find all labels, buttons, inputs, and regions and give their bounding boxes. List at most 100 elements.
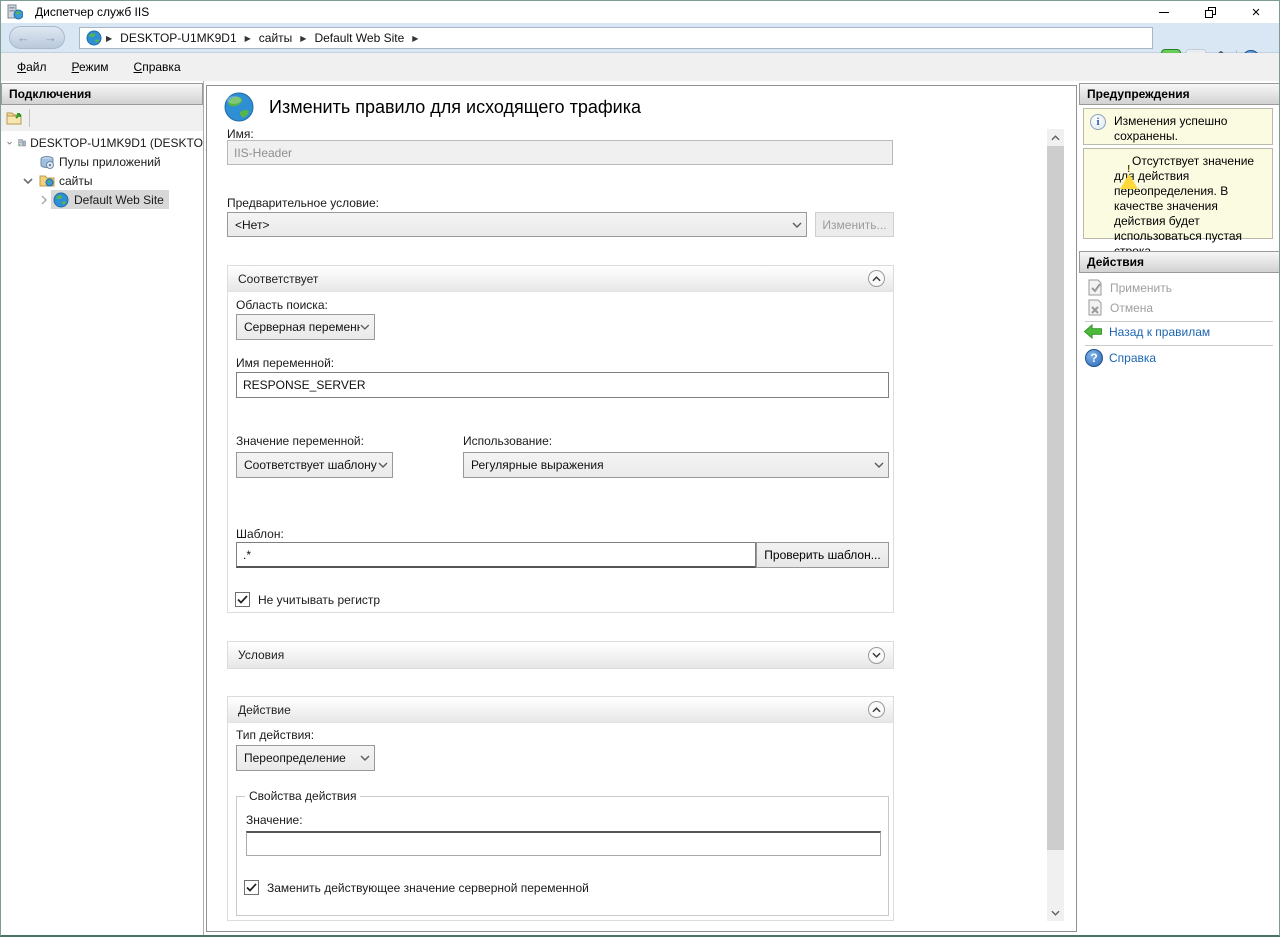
breadcrumb[interactable]: ▶ DESKTOP-U1MK9D1 ▶ сайты ▶ Default Web … <box>79 27 1153 49</box>
title-bar: Диспетчер служб IIS × <box>1 1 1279 23</box>
tree-item-sites[interactable]: сайты <box>1 171 203 190</box>
scope-select[interactable]: Серверная переменн <box>236 314 375 340</box>
precondition-value: <Нет> <box>235 218 269 232</box>
sites-folder-icon <box>39 173 55 189</box>
crumb-sites[interactable]: сайты <box>259 31 293 45</box>
close-icon: × <box>1252 5 1261 20</box>
save-connections-icon[interactable] <box>6 109 24 127</box>
crumb-separator-icon: ▶ <box>300 34 306 43</box>
alert-info: i Изменения успешно сохранены. <box>1083 108 1273 145</box>
page-title: Изменить правило для исходящего трафика <box>269 97 641 118</box>
precondition-label: Предварительное условие: <box>227 196 379 210</box>
variable-name-label: Имя переменной: <box>236 356 334 370</box>
server-icon <box>18 135 26 151</box>
ignore-case-checkbox[interactable] <box>235 592 250 607</box>
edit-precondition-button: Изменить... <box>815 212 894 237</box>
action-type-select[interactable]: Переопределение <box>236 745 375 771</box>
tree-item-label: сайты <box>59 174 93 188</box>
using-select[interactable]: Регулярные выражения <box>463 452 889 478</box>
close-button[interactable]: × <box>1233 1 1279 23</box>
connections-tree: DESKTOP-U1MK9D1 (DESKTO Пулы приложений … <box>1 131 203 937</box>
actions-pane-header: Действия <box>1079 251 1280 273</box>
scroll-down-button[interactable] <box>1047 904 1064 921</box>
expanded-chevron-icon[interactable] <box>23 176 33 186</box>
ignore-case-label[interactable]: Не учитывать регистр <box>258 593 380 607</box>
chevron-down-icon <box>360 755 370 761</box>
variable-value-label: Значение переменной: <box>236 434 364 448</box>
apply-icon <box>1087 279 1104 296</box>
web-site-globe-icon <box>53 192 69 208</box>
variable-value-select[interactable]: Соответствует шаблону <box>236 452 393 478</box>
selected-tree-row[interactable]: Default Web Site <box>51 190 169 209</box>
connections-pane-header: Подключения <box>1 83 203 105</box>
precondition-select[interactable]: <Нет> <box>227 212 807 237</box>
scroll-up-icon <box>1051 135 1060 141</box>
expanded-chevron-icon[interactable] <box>7 138 12 148</box>
alerts-pane-header: Предупреждения <box>1079 83 1280 105</box>
scrollbar-thumb[interactable] <box>1047 146 1064 850</box>
conditions-section-header[interactable]: Условия <box>228 642 893 668</box>
help-icon: ? <box>1085 349 1103 367</box>
crumb-server[interactable]: DESKTOP-U1MK9D1 <box>120 31 236 45</box>
action-type-label: Тип действия: <box>236 728 314 742</box>
test-pattern-button[interactable]: Проверить шаблон... <box>756 542 889 568</box>
cancel-action: Отмена <box>1087 299 1153 316</box>
collapse-icon[interactable] <box>868 270 885 287</box>
conditions-section-title: Условия <box>238 648 284 662</box>
tree-item-server[interactable]: DESKTOP-U1MK9D1 (DESKTO <box>1 133 203 152</box>
apply-label: Применить <box>1110 281 1172 295</box>
match-section-header[interactable]: Соответствует <box>228 266 893 292</box>
menu-file[interactable]: Файл <box>8 56 56 78</box>
check-icon <box>246 883 257 892</box>
forward-icon[interactable]: → <box>44 30 57 45</box>
cancel-icon <box>1087 299 1104 316</box>
pane-divider[interactable] <box>203 81 204 937</box>
menu-view[interactable]: Режим <box>63 56 118 78</box>
globe-icon <box>86 30 102 46</box>
minimize-button[interactable] <box>1141 1 1187 23</box>
chevron-down-icon <box>874 462 884 468</box>
help-link[interactable]: ? Справка <box>1085 349 1156 367</box>
scroll-up-button[interactable] <box>1047 129 1064 146</box>
crumb-separator-icon: ▶ <box>412 34 418 43</box>
tree-item-app-pools[interactable]: Пулы приложений <box>1 152 203 171</box>
crumb-default-web-site[interactable]: Default Web Site <box>314 31 404 45</box>
alerts-pane-title: Предупреждения <box>1087 87 1190 101</box>
iis-manager-window: Диспетчер служб IIS × ← → ▶ DESKT <box>0 0 1280 937</box>
action-section-title: Действие <box>238 703 291 717</box>
tree-item-default-web-site[interactable]: Default Web Site <box>1 190 203 209</box>
back-icon[interactable]: ← <box>17 30 30 45</box>
replace-value-label[interactable]: Заменить действующее значение серверной … <box>267 881 589 895</box>
actions-separator <box>1085 321 1273 322</box>
menu-help[interactable]: Справка <box>125 56 190 78</box>
replace-value-checkbox[interactable] <box>244 880 259 895</box>
toolbar-separator <box>29 109 30 127</box>
connections-toolbar <box>1 105 203 131</box>
chevron-down-icon <box>360 324 370 330</box>
action-section-header[interactable]: Действие <box>228 697 893 723</box>
collapsed-chevron-icon[interactable] <box>39 195 49 205</box>
apply-action: Применить <box>1087 279 1172 296</box>
scroll-down-icon <box>1051 910 1060 916</box>
edit-button-label: Изменить... <box>822 218 886 232</box>
expand-icon[interactable] <box>868 647 885 664</box>
chevron-down-icon <box>792 222 802 228</box>
back-to-rules-label: Назад к правилам <box>1109 325 1210 339</box>
back-to-rules-link[interactable]: Назад к правилам <box>1083 324 1210 339</box>
app-icon <box>7 4 23 20</box>
restore-button[interactable] <box>1187 1 1233 23</box>
pattern-field[interactable] <box>236 542 756 568</box>
conditions-section: Условия <box>227 641 894 669</box>
alert-warning: ! Отсутствует значение для действия пере… <box>1083 148 1273 239</box>
test-pattern-label: Проверить шаблон... <box>764 548 880 562</box>
back-arrow-icon <box>1083 324 1103 339</box>
tree-item-label: DESKTOP-U1MK9D1 (DESKTO <box>30 136 203 150</box>
collapse-icon[interactable] <box>868 701 885 718</box>
action-value-field[interactable] <box>246 831 881 856</box>
variable-name-field[interactable] <box>236 372 889 398</box>
using-label: Использование: <box>463 434 552 448</box>
window-title: Диспетчер служб IIS <box>35 5 149 19</box>
actions-separator <box>1085 345 1273 346</box>
application-pools-icon <box>39 154 55 170</box>
vertical-scrollbar[interactable] <box>1047 129 1064 921</box>
